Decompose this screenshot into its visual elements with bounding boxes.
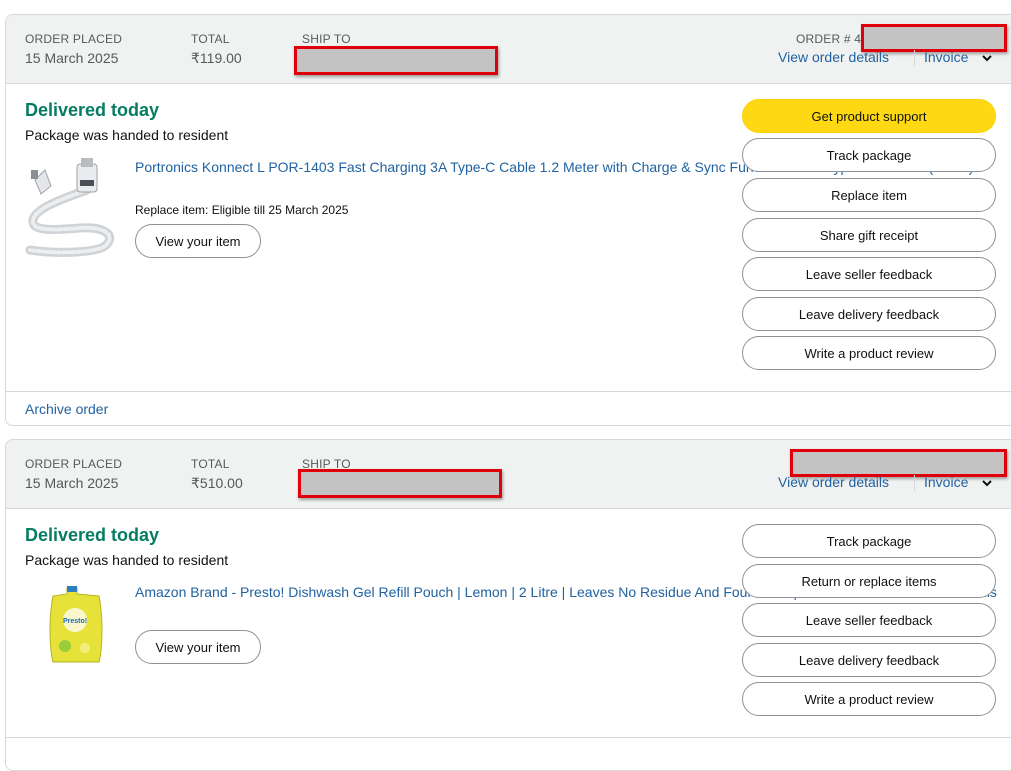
header-divider — [914, 475, 915, 491]
card-footer-divider — [6, 737, 1011, 738]
view-your-item-button[interactable]: View your item — [135, 224, 261, 258]
order-number-redaction — [790, 449, 1007, 477]
track-package-button[interactable]: Track package — [742, 138, 996, 172]
order-header: ORDER PLACED 15 March 2025 TOTAL ₹510.00… — [6, 440, 1011, 509]
order-card: ORDER PLACED 15 March 2025 TOTAL ₹510.00… — [5, 439, 1011, 771]
write-product-review-button[interactable]: Write a product review — [742, 682, 996, 716]
total-value: ₹510.00 — [191, 475, 243, 491]
ship-to-redaction — [298, 469, 502, 498]
leave-delivery-feedback-button[interactable]: Leave delivery feedback — [742, 297, 996, 331]
total-label: TOTAL — [191, 457, 230, 471]
order-placed-date: 15 March 2025 — [25, 475, 119, 491]
delivery-substatus: Package was handed to resident — [25, 127, 229, 143]
view-order-details-link[interactable]: View order details — [778, 49, 889, 65]
card-footer-divider — [6, 391, 1011, 392]
dishwash-pouch-product-image[interactable]: Presto! — [45, 586, 105, 666]
chevron-down-icon[interactable] — [981, 477, 993, 489]
cable-product-image[interactable] — [25, 158, 125, 258]
order-placed-label: ORDER PLACED — [25, 32, 123, 46]
track-package-button[interactable]: Track package — [742, 524, 996, 558]
header-divider — [914, 50, 915, 66]
delivery-substatus: Package was handed to resident — [25, 552, 229, 568]
total-label: TOTAL — [191, 32, 230, 46]
total-value: ₹119.00 — [191, 50, 242, 66]
leave-seller-feedback-button[interactable]: Leave seller feedback — [742, 257, 996, 291]
replace-eligibility-note: Replace item: Eligible till 25 March 202… — [135, 203, 349, 217]
delivery-status: Delivered today — [25, 100, 160, 120]
leave-delivery-feedback-button[interactable]: Leave delivery feedback — [742, 643, 996, 677]
archive-order-link[interactable]: Archive order — [25, 401, 108, 417]
invoice-link[interactable]: Invoice — [924, 474, 968, 490]
ship-to-redaction — [294, 46, 498, 75]
share-gift-receipt-button[interactable]: Share gift receipt — [742, 218, 996, 252]
view-your-item-button[interactable]: View your item — [135, 630, 261, 664]
order-number-label: ORDER # 4 — [796, 32, 862, 46]
invoice-link[interactable]: Invoice — [924, 49, 968, 65]
order-number-redaction — [861, 24, 1007, 52]
get-product-support-button[interactable]: Get product support — [742, 99, 996, 133]
chevron-down-icon[interactable] — [981, 52, 993, 64]
write-product-review-button[interactable]: Write a product review — [742, 336, 996, 370]
view-order-details-link[interactable]: View order details — [778, 474, 889, 490]
return-or-replace-items-button[interactable]: Return or replace items — [742, 564, 996, 598]
delivery-status: Delivered today — [25, 525, 160, 545]
ship-to-label: SHIP TO — [302, 32, 351, 46]
leave-seller-feedback-button[interactable]: Leave seller feedback — [742, 603, 996, 637]
order-card: ORDER PLACED 15 March 2025 TOTAL ₹119.00… — [5, 14, 1011, 426]
replace-item-button[interactable]: Replace item — [742, 178, 996, 212]
order-placed-date: 15 March 2025 — [25, 50, 119, 66]
order-placed-label: ORDER PLACED — [25, 457, 123, 471]
order-header: ORDER PLACED 15 March 2025 TOTAL ₹119.00… — [6, 15, 1011, 84]
product-image-brand-text: Presto! — [63, 618, 87, 625]
